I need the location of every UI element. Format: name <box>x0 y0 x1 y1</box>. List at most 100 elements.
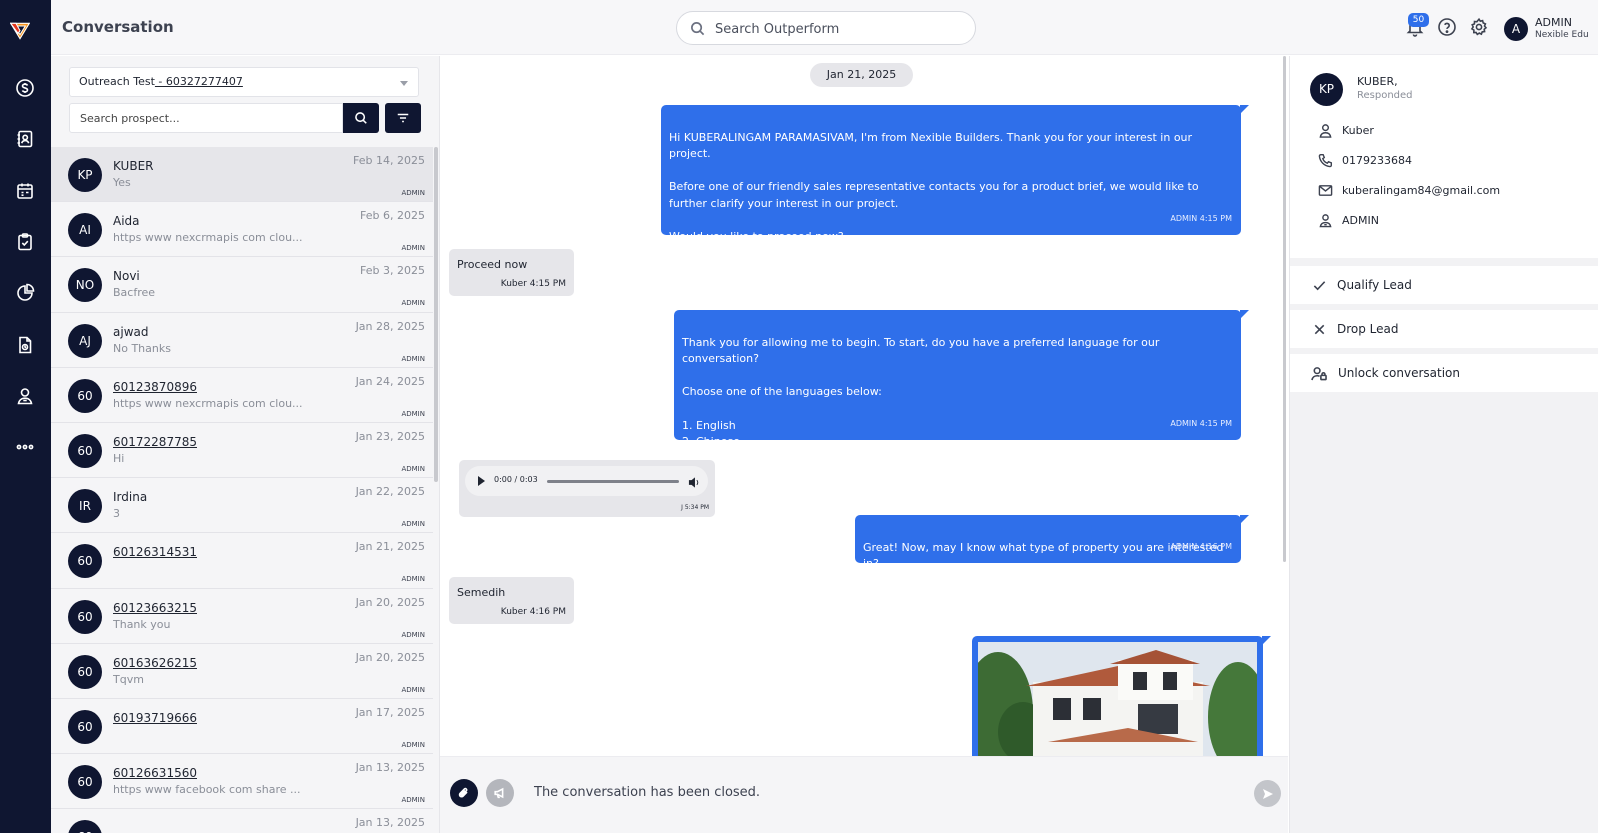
conversation-date: Jan 17, 2025 <box>355 705 425 719</box>
paperclip-icon <box>458 787 468 798</box>
message-text: Hi KUBERALINGAM PARAMASIVAM, I'm from Ne… <box>669 130 1199 244</box>
campaign-number: - 60327277407 <box>154 75 243 88</box>
conversation-name: KUBER <box>113 159 154 173</box>
pie-chart-icon[interactable] <box>14 282 36 304</box>
conversation-list-item[interactable]: 60 60123663215 Thank you Jan 20, 2025 ADMIN <box>51 589 433 644</box>
nav-rail <box>0 0 51 833</box>
conversation-list-item[interactable]: NO Novi Bacfree Feb 3, 2025 ADMIN <box>51 257 433 313</box>
close-icon <box>1314 324 1325 334</box>
conversation-list-item[interactable]: 60 60126314531 Jan 21, 2025 ADMIN <box>51 533 433 589</box>
conversation-list-item[interactable]: 60 60172287785 Hi Jan 23, 2025 ADMIN <box>51 423 433 479</box>
prospect-search[interactable] <box>69 103 343 133</box>
chevron-down-icon <box>400 81 408 86</box>
message-text: Proceed now <box>457 258 528 271</box>
conversation-list-item[interactable]: 60 60193719666 Jan 17, 2025 ADMIN <box>51 699 433 755</box>
user-avatar[interactable]: A <box>1504 17 1528 41</box>
conversation-name: ajwad <box>113 324 149 339</box>
conversation-date: Jan 13, 2025 <box>355 761 425 775</box>
chat-thread: Jan 21, 2025 Hi KUBERALINGAM PARAMASIVAM… <box>440 56 1288 756</box>
check-icon <box>1313 280 1326 290</box>
conversation-list: KP KUBER Yes Feb 14, 2025 ADMIN AI Aida https w… <box>51 147 433 833</box>
message-meta: ADMIN 4:15 PM <box>1170 214 1232 224</box>
conversation-closed-notice: The conversation has been closed. <box>534 785 761 800</box>
help-icon[interactable] <box>1437 17 1459 39</box>
list-scrollbar[interactable] <box>434 147 438 482</box>
send-button[interactable] <box>1254 780 1281 807</box>
prospect-avatar: KP <box>1310 73 1343 106</box>
conversation-list-item[interactable]: 60 60163626215 Tqvm Jan 20, 2025 ADMIN <box>51 644 433 699</box>
more-icon[interactable] <box>14 436 36 458</box>
conversation-date: Jan 28, 2025 <box>355 319 425 333</box>
calendar-icon[interactable] <box>14 180 36 202</box>
dollar-icon[interactable] <box>14 77 36 99</box>
date-separator: Jan 21, 2025 <box>810 63 913 87</box>
user-name[interactable]: ADMIN <box>1535 16 1572 29</box>
global-search[interactable] <box>676 11 976 45</box>
outgoing-message: Great! Now, may I know what type of prop… <box>855 515 1249 570</box>
conversation-list-item[interactable]: 60 Jan 13, 2025 <box>51 809 433 833</box>
conversation-owner: ADMIN <box>401 409 425 418</box>
avatar: AJ <box>68 323 102 358</box>
conversation-owner: ADMIN <box>401 685 425 694</box>
conversation-name: 60163626215 <box>113 655 197 670</box>
audio-progress-track[interactable] <box>547 480 679 483</box>
page-title: Conversation <box>62 18 174 36</box>
prospect-search-button[interactable] <box>343 103 379 133</box>
chat-scrollbar[interactable] <box>1283 56 1286 562</box>
contact-email[interactable]: kuberalingam84@gmail.com <box>1342 184 1500 197</box>
conversation-list-panel: Outreach Test - 60327277407 KP KUBER Yes Fe… <box>51 56 440 833</box>
document-icon[interactable] <box>14 334 36 356</box>
person-icon <box>1319 123 1332 138</box>
attach-button[interactable] <box>450 779 478 807</box>
conversation-date: Jan 20, 2025 <box>355 595 425 609</box>
conversation-list-item[interactable]: 60 60123870896 https www nexcrmapis com cl… <box>51 368 433 423</box>
conversation-date: Jan 20, 2025 <box>355 650 425 664</box>
search-icon <box>691 22 705 36</box>
conversation-preview: https www nexcrmapis com clou... <box>113 231 303 245</box>
message-meta: J 5:34 PM <box>681 504 709 511</box>
conversation-date: Feb 14, 2025 <box>353 154 425 167</box>
conversation-date: Feb 6, 2025 <box>360 209 425 223</box>
conversation-name: 60123663215 <box>113 600 197 615</box>
play-icon[interactable] <box>478 476 485 486</box>
conversation-list-item[interactable]: 60 60126631560 https www facebook com shar… <box>51 754 433 810</box>
brand-logo[interactable] <box>9 20 40 50</box>
conversation-list-item[interactable]: AI Aida https www nexcrmapis com clou... Fe… <box>51 202 433 258</box>
conversation-list-item[interactable]: KP KUBER Yes Feb 14, 2025 ADMIN <box>51 147 433 203</box>
unlock-conversation-label: Unlock conversation <box>1338 366 1460 380</box>
conversation-date: Jan 13, 2025 <box>355 816 425 830</box>
property-photo[interactable] <box>978 642 1257 756</box>
conversation-owner: ADMIN <box>401 354 425 363</box>
conversation-list-item[interactable]: IR Irdina 3 Jan 22, 2025 ADMIN <box>51 478 433 534</box>
user-badge-icon <box>1319 213 1332 227</box>
conversation-preview: Bacfree <box>113 286 156 300</box>
user-badge-icon[interactable] <box>14 385 36 407</box>
contact-phone[interactable]: 0179233684 <box>1342 154 1412 167</box>
gear-icon[interactable] <box>1469 17 1491 39</box>
message-meta: ADMIN 4:15 PM <box>1170 419 1232 429</box>
broadcast-button[interactable] <box>486 779 514 807</box>
prospect-name: KUBER, <box>1357 75 1398 88</box>
conversation-name: 60172287785 <box>113 434 197 449</box>
campaign-select[interactable]: Outreach Test - 60327277407 <box>69 67 419 97</box>
conversation-name: Aida <box>113 214 140 229</box>
clipboard-check-icon[interactable] <box>14 231 36 253</box>
mail-icon <box>1318 184 1333 196</box>
filter-button[interactable] <box>385 103 421 133</box>
incoming-message: Semedih Kuber 4:16 PM <box>449 577 574 624</box>
message-meta: Kuber 4:16 PM <box>500 607 566 617</box>
drop-lead-button[interactable]: Drop Lead <box>1290 310 1598 348</box>
conversation-name: 60126631560 <box>113 766 197 781</box>
prospect-search-input[interactable] <box>70 104 342 132</box>
conversation-list-item[interactable]: AJ ajwad No Thanks Jan 28, 2025 ADMIN <box>51 313 433 368</box>
unlock-conversation-button[interactable]: Unlock conversation <box>1290 354 1598 392</box>
campaign-name: Outreach Test <box>79 75 155 88</box>
global-search-input[interactable] <box>715 19 965 39</box>
prospect-status: Responded <box>1357 90 1413 101</box>
qualify-lead-button[interactable]: Qualify Lead <box>1290 266 1598 304</box>
user-org: Nexible Edu <box>1535 30 1589 40</box>
owner-row: ADMIN <box>1318 211 1379 229</box>
contacts-icon[interactable] <box>14 128 36 150</box>
volume-icon[interactable] <box>688 474 701 493</box>
conversation-date: Jan 22, 2025 <box>355 485 425 499</box>
